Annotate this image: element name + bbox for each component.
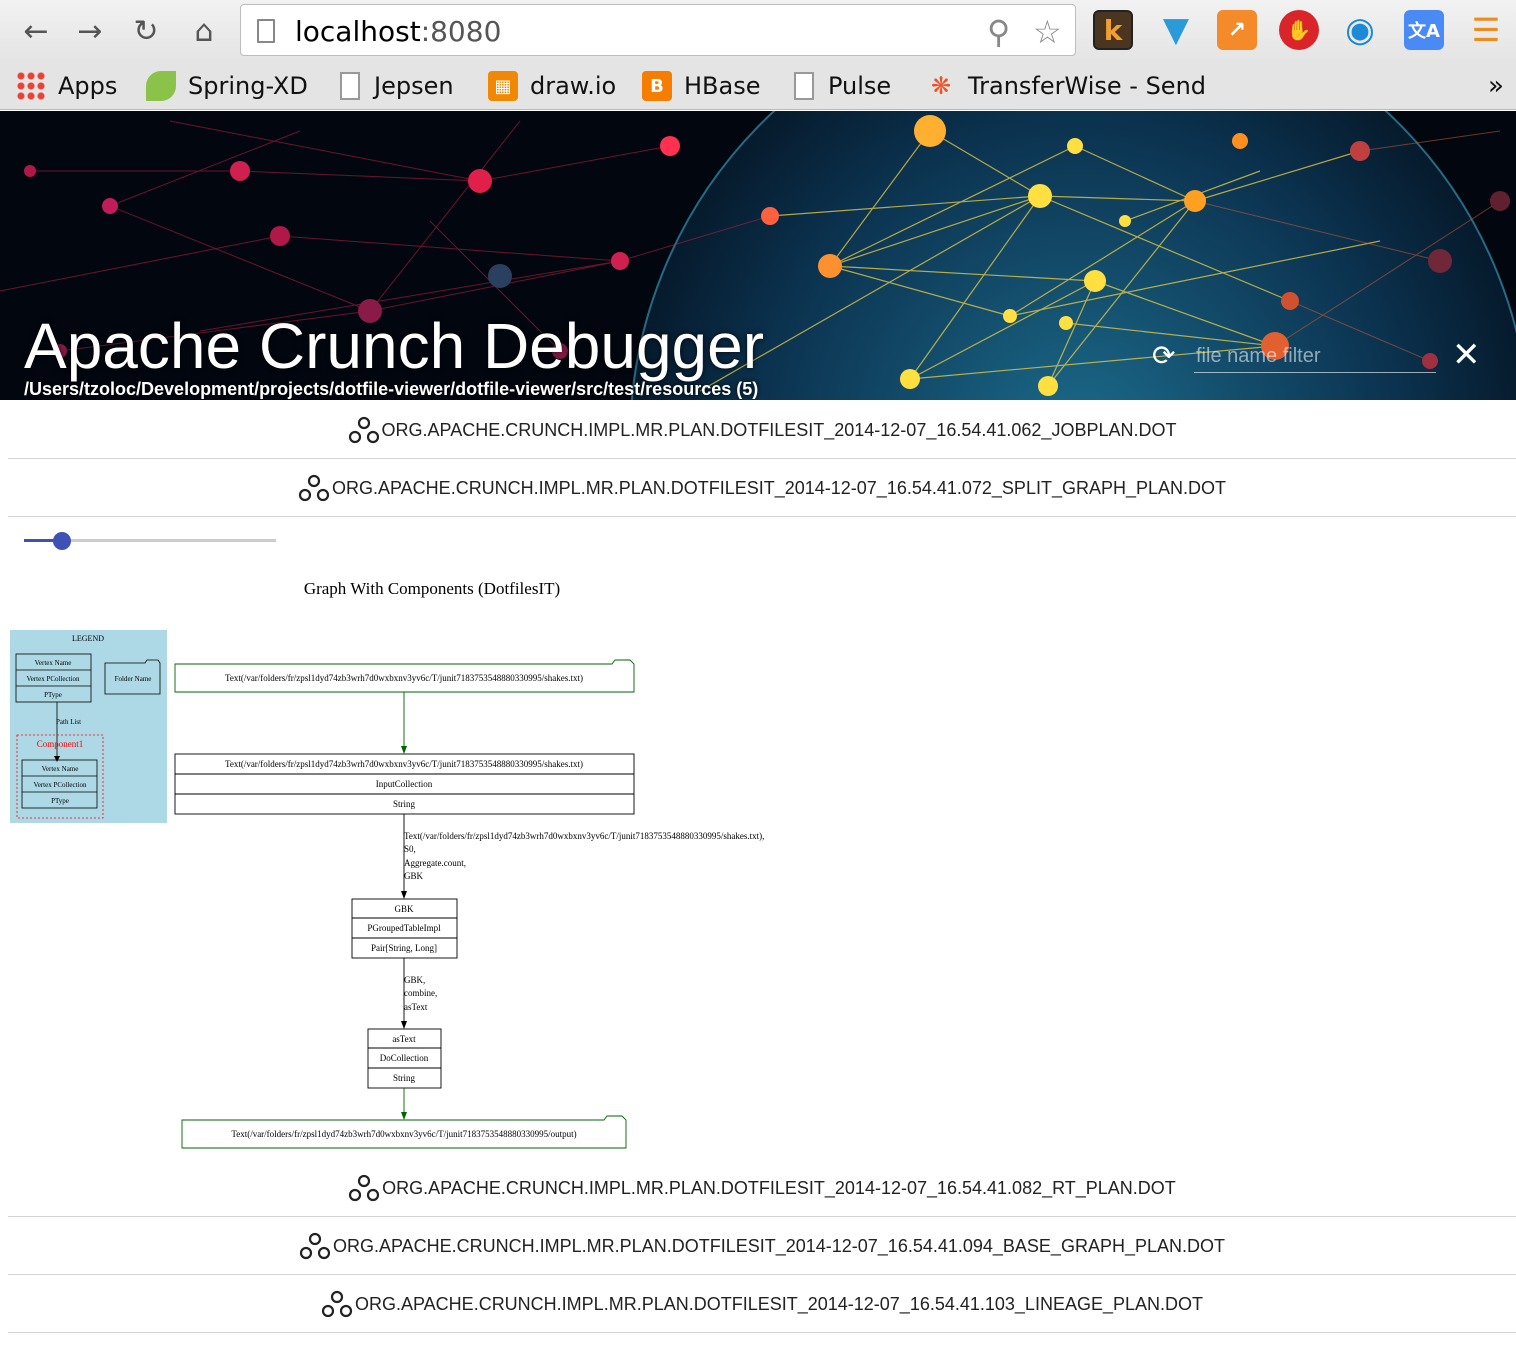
dot-graph: Graph With Components (DotfilesIT) LEGEN… — [10, 579, 764, 1149]
page-icon — [340, 72, 360, 100]
edge-input-to-gbk-label: Text(/var/folders/fr/zpsl1dyd74zb3wrh7d0… — [404, 831, 764, 881]
k-extension-icon[interactable]: k — [1093, 10, 1133, 50]
file-row[interactable]: ORG.APACHE.CRUNCH.IMPL.MR.PLAN.DOTFILESI… — [8, 1276, 1516, 1333]
file-name: ORG.APACHE.CRUNCH.IMPL.MR.PLAN.DOTFILESI… — [382, 1177, 1176, 1198]
bookmark-drawio[interactable]: ▦ draw.io — [488, 68, 616, 104]
apps-grid-icon — [16, 71, 46, 101]
address-bar[interactable]: localhost:8080 ⚲ ☆ — [240, 4, 1076, 56]
astext-node: asText DoCollection String — [367, 1028, 442, 1089]
svg-text:asText: asText — [404, 1002, 428, 1012]
astext-node-ptype: String — [393, 1073, 416, 1083]
input-node-ptype: String — [393, 799, 416, 809]
reload-icon[interactable]: ↻ — [128, 12, 164, 50]
input-collection-node: Text(/var/folders/fr/zpsl1dyd74zb3wrh7d0… — [174, 753, 635, 815]
source-folder-label: Text(/var/folders/fr/zpsl1dyd74zb3wrh7d0… — [225, 673, 583, 683]
page-icon — [257, 19, 275, 43]
input-node-pcollection: InputCollection — [376, 779, 433, 789]
zoom-slider[interactable] — [24, 530, 276, 552]
graph-nodes-icon — [349, 1174, 380, 1202]
legend-component-label: Component1 — [37, 739, 84, 749]
file-row[interactable]: ORG.APACHE.CRUNCH.IMPL.MR.PLAN.DOTFILESI… — [8, 1160, 1516, 1217]
forward-arrow-icon[interactable]: → — [72, 12, 108, 50]
file-name: ORG.APACHE.CRUNCH.IMPL.MR.PLAN.DOTFILESI… — [355, 1293, 1203, 1314]
resources-path: /Users/tzoloc/Development/projects/dotfi… — [24, 379, 759, 399]
legend-vertex-name: Vertex Name — [35, 659, 72, 667]
bookmark-apps[interactable]: Apps — [16, 68, 117, 104]
drawio-icon: ▦ — [488, 71, 518, 101]
legend-vertex-ptype: PType — [44, 691, 62, 699]
svg-text:S0,: S0, — [404, 844, 416, 854]
legend-component-vertex-name: Vertex Name — [42, 765, 79, 773]
gbk-node: GBK PGroupedTableImpl Pair[String, Long] — [351, 898, 458, 959]
legend-vertex-pcollection: Vertex PCollection — [26, 675, 80, 683]
eye-extension-icon[interactable]: ◉ — [1340, 10, 1380, 50]
legend-component-vertex-ptype: PType — [51, 797, 69, 805]
legend-title: LEGEND — [72, 634, 104, 643]
legend: LEGEND Vertex Name Vertex PCollection PT… — [10, 630, 167, 823]
file-name: ORG.APACHE.CRUNCH.IMPL.MR.PLAN.DOTFILESI… — [332, 477, 1226, 498]
svg-text:Text(/var/folders/fr/zpsl1dyd7: Text(/var/folders/fr/zpsl1dyd74zb3wrh7d0… — [404, 831, 764, 841]
bookmarks-overflow-button[interactable]: » — [1488, 68, 1504, 104]
refresh-icon[interactable]: ⟳ — [1152, 339, 1175, 372]
file-name-filter-input[interactable] — [1194, 341, 1436, 373]
output-folder-label: Text(/var/folders/fr/zpsl1dyd74zb3wrh7d0… — [231, 1129, 576, 1139]
astext-node-name: asText — [392, 1034, 416, 1044]
stop-extension-icon[interactable]: ✋ — [1279, 10, 1319, 50]
close-icon[interactable]: ✕ — [1452, 335, 1481, 375]
graph-nodes-icon — [348, 416, 379, 444]
legend-edge-label: Path List — [56, 718, 81, 726]
bookmark-transferwise[interactable]: ❋ TransferWise - Send — [926, 68, 1206, 104]
graph-nodes-icon — [299, 1232, 331, 1260]
svg-text:combine,: combine, — [404, 988, 437, 998]
bookmark-hbase[interactable]: B HBase — [642, 68, 761, 104]
blogger-icon: B — [642, 71, 672, 101]
spring-leaf-icon — [146, 71, 176, 101]
bookmark-star-icon[interactable]: ☆ — [1033, 13, 1062, 51]
gbk-node-name: GBK — [394, 904, 414, 914]
input-node-name: Text(/var/folders/fr/zpsl1dyd74zb3wrh7d0… — [225, 759, 583, 769]
page-title: Apache Crunch Debugger — [24, 310, 765, 382]
svg-text:GBK: GBK — [404, 871, 424, 881]
home-icon[interactable]: ⌂ — [186, 12, 222, 50]
search-icon[interactable]: ⚲ — [987, 13, 1010, 51]
graph-title: Graph With Components (DotfilesIT) — [304, 579, 560, 598]
bookmark-spring-xd[interactable]: Spring-XD — [146, 68, 308, 104]
page-icon — [794, 72, 814, 100]
file-row[interactable]: ORG.APACHE.CRUNCH.IMPL.MR.PLAN.DOTFILESI… — [8, 402, 1516, 459]
browser-toolbar: ← → ↻ ⌂ localhost:8080 ⚲ ☆ k ▼ ↗ ✋ ◉ 文A … — [0, 0, 1516, 62]
bookmark-pulse[interactable]: Pulse — [788, 68, 891, 104]
hero-banner: Apache Crunch Debugger /Users/tzoloc/Dev… — [0, 111, 1516, 400]
astext-node-pcollection: DoCollection — [380, 1053, 429, 1063]
menu-icon[interactable]: ☰ — [1466, 10, 1506, 50]
gbk-node-ptype: Pair[String, Long] — [371, 943, 437, 953]
file-row[interactable]: ORG.APACHE.CRUNCH.IMPL.MR.PLAN.DOTFILESI… — [8, 1218, 1516, 1275]
svg-text:Aggregate.count,: Aggregate.count, — [404, 858, 466, 868]
legend-component-vertex-pcollection: Vertex PCollection — [33, 781, 87, 789]
graph-nodes-icon — [321, 1290, 353, 1318]
file-row[interactable]: ORG.APACHE.CRUNCH.IMPL.MR.PLAN.DOTFILESI… — [8, 460, 1516, 517]
slider-knob[interactable] — [53, 532, 71, 550]
legend-background — [10, 630, 167, 823]
address-text[interactable]: localhost:8080 — [295, 15, 501, 48]
legend-folder-name: Folder Name — [115, 675, 152, 683]
funnel-extension-icon[interactable]: ▼ — [1156, 10, 1196, 50]
bookmarks-bar: Apps Spring-XD Jepsen ▦ draw.io B HBase … — [0, 62, 1516, 110]
chart-extension-icon[interactable]: ↗ — [1217, 10, 1257, 50]
bookmark-jepsen[interactable]: Jepsen — [334, 68, 454, 104]
graph-nodes-icon — [298, 474, 330, 502]
file-name: ORG.APACHE.CRUNCH.IMPL.MR.PLAN.DOTFILESI… — [332, 1235, 1225, 1256]
gbk-node-pcollection: PGroupedTableImpl — [367, 923, 441, 933]
translate-extension-icon[interactable]: 文A — [1404, 10, 1444, 50]
file-filter: ⟳ — [1150, 337, 1440, 377]
edge-gbk-to-astext-label: GBK, combine, asText — [404, 975, 437, 1012]
svg-text:GBK,: GBK, — [404, 975, 425, 985]
back-arrow-icon[interactable]: ← — [18, 12, 54, 50]
transferwise-icon: ❋ — [930, 72, 952, 100]
file-name: ORG.APACHE.CRUNCH.IMPL.MR.PLAN.DOTFILESI… — [381, 419, 1177, 440]
